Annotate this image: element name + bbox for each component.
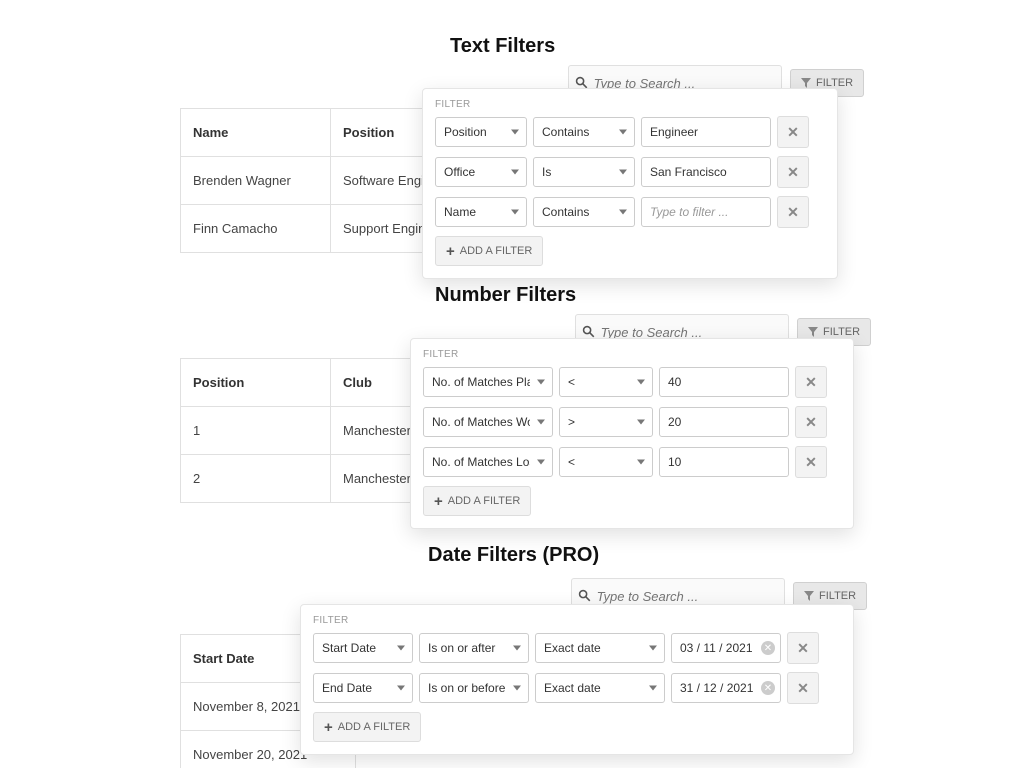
remove-filter-button[interactable]: ✕: [777, 156, 809, 188]
text-filter-panel: FILTER Position Contains ✕ Office Is ✕ N…: [422, 88, 838, 279]
close-icon: ✕: [787, 124, 799, 141]
value-input[interactable]: [659, 407, 789, 437]
op-select[interactable]: >: [559, 407, 653, 437]
add-filter-label: ADD A FILTER: [338, 721, 411, 733]
section-title-number: Number Filters: [435, 284, 576, 307]
filter-button-label: FILTER: [823, 326, 860, 338]
close-icon: ✕: [787, 164, 799, 181]
value-input[interactable]: [659, 367, 789, 397]
filter-row: Start Date Is on or after Exact date ✕ ✕: [313, 632, 841, 664]
table-cell: 1: [181, 407, 331, 455]
filter-row: Position Contains ✕: [435, 116, 825, 148]
panel-header: FILTER: [435, 99, 825, 110]
op-select[interactable]: Is: [533, 157, 635, 187]
field-select[interactable]: Office: [435, 157, 527, 187]
op-select[interactable]: Is on or after: [419, 633, 529, 663]
filter-row: No. of Matches Lost < ✕: [423, 446, 841, 478]
field-select[interactable]: Position: [435, 117, 527, 147]
search-input[interactable]: [595, 588, 778, 605]
panel-header: FILTER: [423, 349, 841, 360]
close-icon: ✕: [805, 414, 817, 431]
number-filter-panel: FILTER No. of Matches Played < ✕ No. of …: [410, 338, 854, 529]
filter-icon: [808, 327, 818, 337]
section-title-text: Text Filters: [450, 35, 555, 58]
op-select[interactable]: Contains: [533, 117, 635, 147]
value-input[interactable]: [659, 447, 789, 477]
panel-header: FILTER: [313, 615, 841, 626]
op-select[interactable]: <: [559, 367, 653, 397]
remove-filter-button[interactable]: ✕: [795, 446, 827, 478]
filter-row: Office Is ✕: [435, 156, 825, 188]
field-select[interactable]: No. of Matches Won: [423, 407, 553, 437]
op-select[interactable]: <: [559, 447, 653, 477]
close-icon: ✕: [797, 680, 809, 697]
close-icon: ✕: [797, 640, 809, 657]
plus-icon: +: [434, 493, 443, 510]
filter-icon: [804, 591, 814, 601]
plus-icon: +: [446, 243, 455, 260]
field-select[interactable]: Start Date: [313, 633, 413, 663]
table-cell: Finn Camacho: [181, 205, 331, 253]
remove-filter-button[interactable]: ✕: [795, 366, 827, 398]
value-input[interactable]: [641, 157, 771, 187]
add-filter-button[interactable]: + ADD A FILTER: [313, 712, 421, 742]
search-icon: [582, 325, 595, 339]
table-header: Position: [181, 359, 331, 407]
filter-row: End Date Is on or before Exact date ✕ ✕: [313, 672, 841, 704]
table-cell: Brenden Wagner: [181, 157, 331, 205]
add-filter-label: ADD A FILTER: [460, 245, 533, 257]
add-filter-label: ADD A FILTER: [448, 495, 521, 507]
value-input[interactable]: [641, 197, 771, 227]
remove-filter-button[interactable]: ✕: [795, 406, 827, 438]
clear-date-icon[interactable]: ✕: [761, 681, 775, 695]
op-select[interactable]: Is on or before: [419, 673, 529, 703]
date-filter-panel: FILTER Start Date Is on or after Exact d…: [300, 604, 854, 755]
op-select[interactable]: Contains: [533, 197, 635, 227]
field-select[interactable]: Name: [435, 197, 527, 227]
table-cell: 2: [181, 455, 331, 503]
field-select[interactable]: End Date: [313, 673, 413, 703]
table-header: Name: [181, 109, 331, 157]
field-select[interactable]: No. of Matches Lost: [423, 447, 553, 477]
remove-filter-button[interactable]: ✕: [777, 196, 809, 228]
close-icon: ✕: [805, 374, 817, 391]
remove-filter-button[interactable]: ✕: [787, 672, 819, 704]
filter-button-label: FILTER: [819, 590, 856, 602]
remove-filter-button[interactable]: ✕: [787, 632, 819, 664]
plus-icon: +: [324, 719, 333, 736]
filter-icon: [801, 78, 811, 88]
remove-filter-button[interactable]: ✕: [777, 116, 809, 148]
value-input[interactable]: [641, 117, 771, 147]
filter-row: No. of Matches Played < ✕: [423, 366, 841, 398]
close-icon: ✕: [787, 204, 799, 221]
filter-row: Name Contains ✕: [435, 196, 825, 228]
filter-row: No. of Matches Won > ✕: [423, 406, 841, 438]
clear-date-icon[interactable]: ✕: [761, 641, 775, 655]
type-select[interactable]: Exact date: [535, 633, 665, 663]
close-icon: ✕: [805, 454, 817, 471]
field-select[interactable]: No. of Matches Played: [423, 367, 553, 397]
type-select[interactable]: Exact date: [535, 673, 665, 703]
section-title-date: Date Filters (PRO): [428, 544, 599, 567]
add-filter-button[interactable]: + ADD A FILTER: [435, 236, 543, 266]
add-filter-button[interactable]: + ADD A FILTER: [423, 486, 531, 516]
search-icon: [578, 589, 591, 603]
